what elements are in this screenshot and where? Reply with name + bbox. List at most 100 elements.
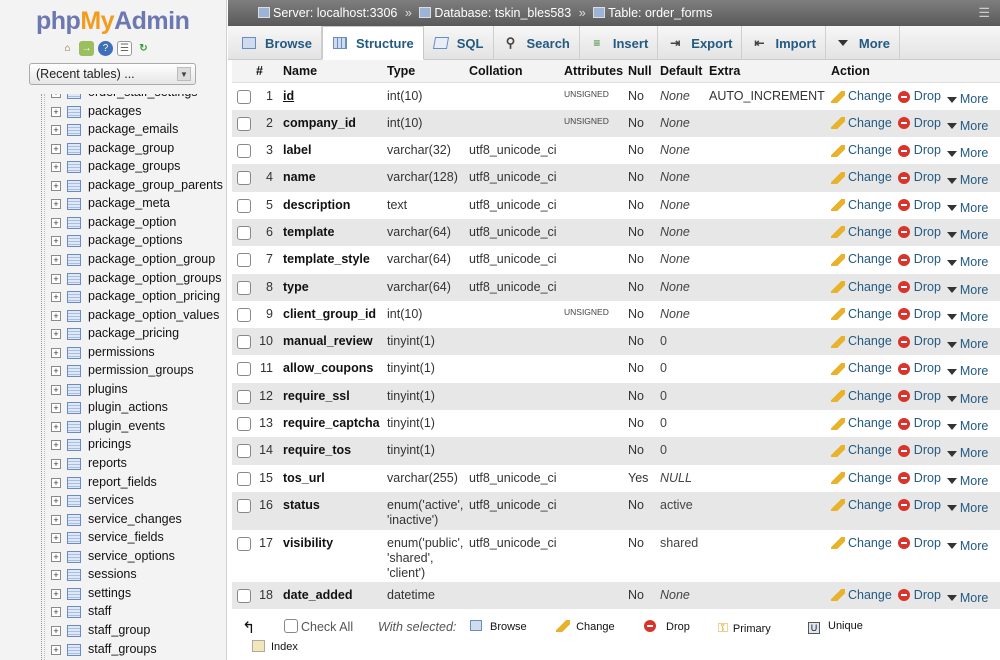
drop-button[interactable]: Drop bbox=[897, 361, 941, 376]
tree-item-label[interactable]: order_staff_settings bbox=[88, 94, 198, 99]
table-icon[interactable] bbox=[67, 569, 81, 582]
tree-item-package-option-values[interactable]: + package_option_values bbox=[0, 307, 226, 326]
tree-item-label[interactable]: permissions bbox=[88, 345, 155, 359]
change-button[interactable]: Change bbox=[831, 170, 892, 185]
tree-item-label[interactable]: staff_group bbox=[88, 623, 150, 637]
drop-button[interactable]: Drop bbox=[897, 252, 941, 267]
tree-item-package-option-groups[interactable]: + package_option_groups bbox=[0, 270, 226, 289]
drop-button[interactable]: Drop bbox=[897, 588, 941, 603]
row-checkbox[interactable] bbox=[237, 536, 251, 551]
expand-icon[interactable]: + bbox=[51, 329, 61, 340]
tree-item-label[interactable]: service_changes bbox=[88, 512, 182, 526]
change-button[interactable]: Change bbox=[831, 334, 892, 349]
change-button[interactable]: Change bbox=[831, 307, 892, 322]
row-checkbox[interactable] bbox=[237, 198, 251, 213]
table-icon[interactable] bbox=[67, 513, 81, 526]
change-button[interactable]: Change bbox=[831, 416, 892, 431]
table-icon[interactable] bbox=[67, 142, 81, 155]
row-checkbox[interactable] bbox=[237, 471, 251, 486]
tree-item-package-meta[interactable]: + package_meta bbox=[0, 195, 226, 214]
tree-item-label[interactable]: staff bbox=[88, 604, 111, 618]
tree-item-label[interactable]: package_pricing bbox=[88, 326, 179, 340]
tree-item-package-option-group[interactable]: + package_option_group bbox=[0, 251, 226, 270]
tree-item-service-changes[interactable]: + service_changes bbox=[0, 511, 226, 530]
bulk-browse-button[interactable]: Browse bbox=[470, 620, 527, 633]
tree-item-label[interactable]: packages bbox=[88, 104, 142, 118]
row-checkbox[interactable] bbox=[237, 225, 251, 240]
drop-button[interactable]: Drop bbox=[897, 280, 941, 295]
expand-icon[interactable]: + bbox=[51, 162, 61, 173]
tree-item-label[interactable]: plugins bbox=[88, 382, 128, 396]
expand-icon[interactable]: + bbox=[51, 310, 61, 321]
table-icon[interactable] bbox=[67, 272, 81, 285]
row-checkbox[interactable] bbox=[237, 116, 251, 131]
more-button[interactable]: More bbox=[946, 255, 988, 270]
bulk-unique-button[interactable]: U Unique bbox=[808, 620, 863, 634]
change-button[interactable]: Change bbox=[831, 389, 892, 404]
expand-icon[interactable]: + bbox=[51, 125, 61, 136]
change-button[interactable]: Change bbox=[831, 89, 892, 104]
row-checkbox[interactable] bbox=[237, 362, 251, 377]
expand-icon[interactable]: + bbox=[51, 459, 61, 469]
drop-button[interactable]: Drop bbox=[897, 389, 941, 404]
table-icon[interactable] bbox=[67, 328, 81, 341]
more-button[interactable]: More bbox=[946, 446, 988, 461]
reload-icon[interactable]: ↻ bbox=[136, 41, 151, 56]
tree-item-service-fields[interactable]: + service_fields bbox=[0, 529, 226, 548]
table-icon[interactable] bbox=[67, 458, 81, 470]
table-icon[interactable] bbox=[67, 105, 81, 118]
expand-icon[interactable]: + bbox=[51, 440, 61, 451]
breadcrumb-table[interactable]: Table: order_forms bbox=[608, 6, 712, 20]
tree-item-label[interactable]: sessions bbox=[88, 567, 137, 581]
breadcrumb-database[interactable]: Database: tskin_bles583 bbox=[434, 6, 571, 20]
exit-icon[interactable]: → bbox=[79, 41, 94, 56]
change-button[interactable]: Change bbox=[831, 361, 892, 376]
drop-button[interactable]: Drop bbox=[897, 198, 941, 213]
more-button[interactable]: More bbox=[946, 119, 988, 134]
tree-item-plugin-events[interactable]: + plugin_events bbox=[0, 418, 226, 437]
drop-button[interactable]: Drop bbox=[897, 471, 941, 486]
tree-item-label[interactable]: permission_groups bbox=[88, 363, 194, 377]
phpmyadmin-logo[interactable]: phpMyAdmin bbox=[36, 6, 190, 36]
tab-import[interactable]: ⇤ Import bbox=[742, 26, 826, 60]
more-button[interactable]: More bbox=[946, 591, 988, 606]
help-icon[interactable]: ? bbox=[98, 41, 113, 56]
tree-item-label[interactable]: package_option_groups bbox=[88, 271, 221, 285]
tree-item-package-option-pricing[interactable]: + package_option_pricing bbox=[0, 288, 226, 307]
tree-item-package-pricing[interactable]: + package_pricing bbox=[0, 325, 226, 344]
table-icon[interactable] bbox=[67, 365, 81, 378]
header-name[interactable]: Name bbox=[281, 60, 385, 83]
expand-icon[interactable]: + bbox=[51, 514, 61, 525]
change-button[interactable]: Change bbox=[831, 198, 892, 213]
more-button[interactable]: More bbox=[946, 310, 988, 325]
tree-item-settings[interactable]: + settings bbox=[0, 585, 226, 604]
row-checkbox[interactable] bbox=[237, 253, 251, 268]
drop-button[interactable]: Drop bbox=[897, 307, 941, 322]
check-all-checkbox[interactable] bbox=[284, 619, 300, 633]
table-icon[interactable] bbox=[67, 198, 81, 211]
tree-item-label[interactable]: reports bbox=[88, 456, 127, 470]
table-icon[interactable] bbox=[67, 179, 81, 192]
expand-icon[interactable]: + bbox=[51, 347, 61, 358]
tree-item-plugins[interactable]: + plugins bbox=[0, 381, 226, 400]
drop-button[interactable]: Drop bbox=[897, 443, 941, 458]
more-button[interactable]: More bbox=[946, 92, 988, 107]
more-button[interactable]: More bbox=[946, 173, 988, 188]
row-checkbox[interactable] bbox=[237, 444, 251, 459]
change-button[interactable]: Change bbox=[831, 225, 892, 240]
table-icon[interactable] bbox=[67, 291, 81, 304]
bulk-index-button[interactable]: Index bbox=[252, 640, 298, 653]
tab-structure[interactable]: Structure bbox=[321, 26, 424, 60]
tree-item-label[interactable]: plugin_actions bbox=[88, 400, 168, 414]
tree-item-label[interactable]: package_group bbox=[88, 141, 174, 155]
expand-icon[interactable]: + bbox=[51, 421, 61, 432]
row-checkbox[interactable] bbox=[237, 90, 251, 104]
change-button[interactable]: Change bbox=[831, 588, 892, 603]
row-checkbox[interactable] bbox=[237, 171, 251, 186]
table-icon[interactable] bbox=[67, 309, 81, 322]
table-icon[interactable] bbox=[67, 161, 81, 174]
expand-icon[interactable]: + bbox=[51, 588, 61, 599]
breadcrumb-server[interactable]: Server: localhost:3306 bbox=[273, 6, 397, 20]
table-icon[interactable] bbox=[67, 346, 81, 359]
tree-item-label[interactable]: package_group_parents bbox=[88, 178, 223, 192]
